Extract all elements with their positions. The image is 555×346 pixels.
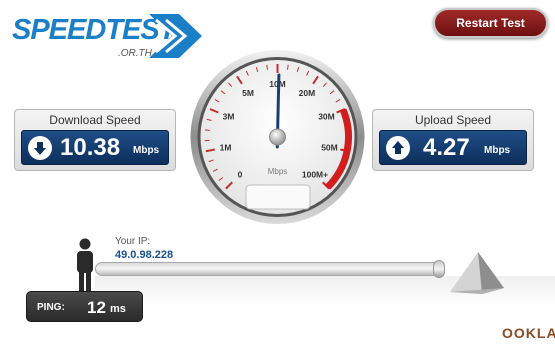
upload-speed-value: 4.27 xyxy=(423,134,470,161)
gauge-scale-label: 20M xyxy=(299,88,316,98)
download-speed-unit: Mbps xyxy=(133,145,160,156)
download-speed-panel: Download Speed 10.38 Mbps xyxy=(14,109,176,171)
ping-panel: PING: 12 ms xyxy=(26,291,143,322)
upload-speed-box: 4.27 Mbps xyxy=(379,130,527,165)
ookla-logo: OOKLA xyxy=(502,325,555,341)
restart-test-button[interactable]: Restart Test xyxy=(433,8,548,38)
gauge-hub xyxy=(269,128,286,146)
gauge-unit-label: Mbps xyxy=(268,167,288,176)
arrow-up-icon xyxy=(386,136,410,160)
upload-speed-label: Upload Speed xyxy=(414,113,492,127)
upload-speed-unit: Mbps xyxy=(484,145,511,156)
gauge-scale-label: 100M+ xyxy=(302,169,328,179)
server-pyramid-icon xyxy=(450,252,504,294)
track-end-cap xyxy=(433,260,445,278)
ping-label: PING: xyxy=(37,302,65,313)
upload-speed-panel: Upload Speed 4.27 Mbps xyxy=(372,109,534,171)
download-speed-value: 10.38 xyxy=(60,134,121,161)
connection-track xyxy=(95,262,443,276)
gauge-scale-label: 1M xyxy=(220,142,232,152)
speed-gauge: 01M3M5M10M20M30M50M100M+ Mbps xyxy=(190,50,365,224)
your-ip-value: 49.0.98.228 xyxy=(115,249,174,261)
gauge-scale-label: 5M xyxy=(242,88,254,98)
gauge-scale-label: 30M xyxy=(318,112,335,122)
gauge-scale-label: 0 xyxy=(238,169,243,179)
arrow-down-icon xyxy=(28,136,52,160)
speedtest-logo: SPEEDTEST .OR.TH xyxy=(12,12,202,67)
gauge-readout-box xyxy=(245,184,311,210)
user-person-icon xyxy=(77,238,93,291)
your-ip-label: Your IP: xyxy=(115,236,151,247)
gauge-scale-label: 50M xyxy=(321,142,338,152)
download-speed-box: 10.38 Mbps xyxy=(21,130,169,165)
gauge-scale-label: 3M xyxy=(223,112,235,122)
ping-value: 12 xyxy=(87,298,106,317)
download-speed-label: Download Speed xyxy=(49,113,141,127)
ping-unit: ms xyxy=(110,303,126,315)
